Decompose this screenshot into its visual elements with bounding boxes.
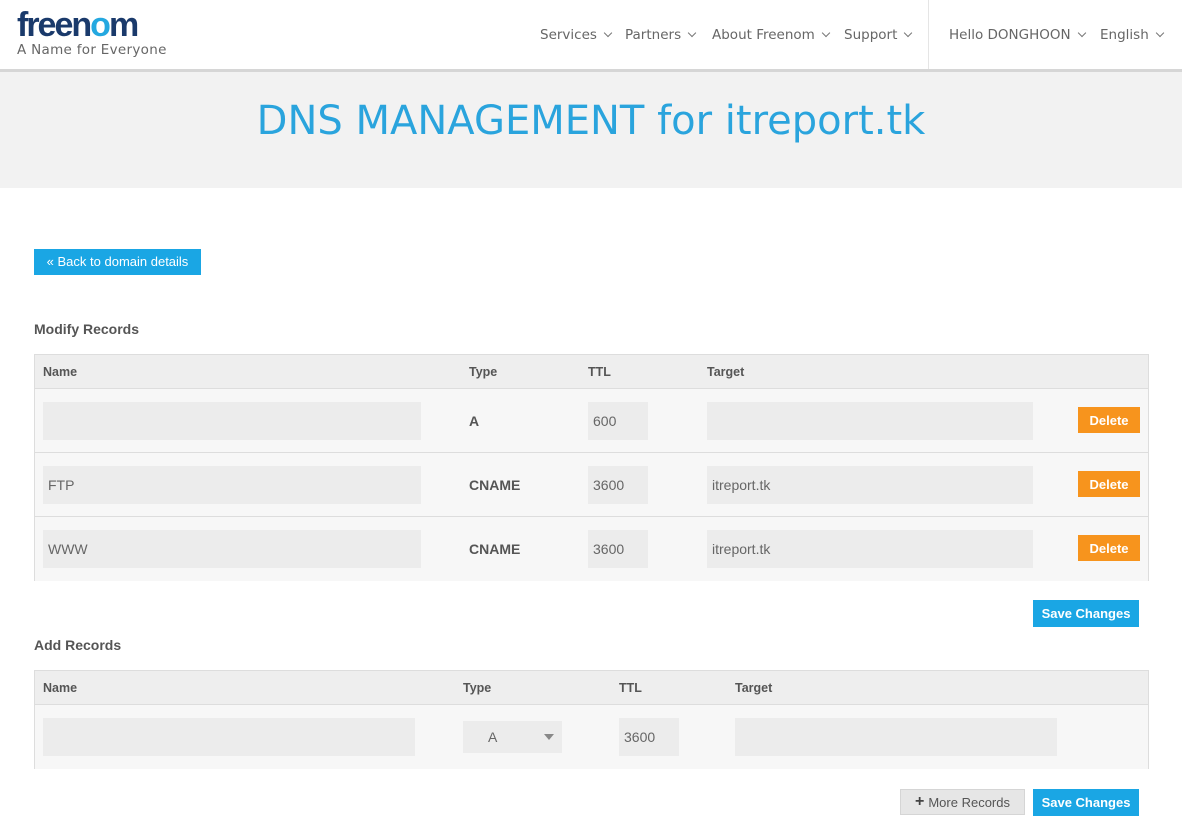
delete-record-button[interactable]: Delete	[1078, 407, 1140, 433]
chevron-down-icon	[821, 28, 831, 38]
page-banner: DNS MANAGEMENT for itreport.tk	[0, 72, 1182, 188]
modify-records-table: Name Type TTL Target A CNAME CNAME	[34, 354, 1149, 581]
header-type: Type	[469, 365, 498, 379]
site-header: freenom A Name for Everyone Services Par…	[0, 0, 1182, 69]
nav-divider	[928, 0, 929, 69]
delete-record-button[interactable]: Delete	[1078, 471, 1140, 497]
record-type: A	[469, 413, 480, 429]
nav-language[interactable]: English	[1100, 27, 1164, 43]
header-ttl: TTL	[619, 681, 642, 695]
record-type: CNAME	[469, 541, 521, 557]
header-ttl: TTL	[588, 365, 611, 379]
record-name-input[interactable]	[43, 530, 421, 568]
table-row: A	[35, 705, 1148, 769]
header-name: Name	[43, 681, 78, 695]
save-changes-add-button[interactable]: Save Changes	[1033, 789, 1139, 816]
nav-partners[interactable]: Partners	[625, 27, 697, 43]
add-records-title: Add Records	[34, 637, 122, 653]
table-header: Name Type TTL Target	[35, 355, 1148, 389]
logo-tagline: A Name for Everyone	[17, 42, 167, 58]
modify-records-title: Modify Records	[34, 321, 140, 337]
table-row: A	[35, 389, 1148, 453]
more-records-label: More Records	[928, 794, 1010, 810]
nav-about[interactable]: About Freenom	[712, 27, 831, 43]
new-record-ttl-input[interactable]	[619, 718, 679, 756]
record-target-input[interactable]	[707, 466, 1033, 504]
record-name-input[interactable]	[43, 402, 421, 440]
nav-support[interactable]: Support	[844, 27, 913, 43]
record-ttl-input[interactable]	[588, 530, 648, 568]
chevron-down-icon	[1155, 28, 1164, 38]
record-type: CNAME	[469, 477, 521, 493]
chevron-down-icon	[687, 28, 697, 38]
main-nav: Services	[540, 25, 613, 45]
record-name-input[interactable]	[43, 466, 421, 504]
caret-down-icon	[544, 734, 554, 740]
record-target-input[interactable]	[707, 530, 1033, 568]
record-ttl-input[interactable]	[588, 466, 648, 504]
record-ttl-input[interactable]	[588, 402, 648, 440]
record-target-input[interactable]	[707, 402, 1033, 440]
save-changes-modify-button[interactable]: Save Changes	[1033, 600, 1139, 627]
header-name: Name	[43, 365, 78, 379]
logo-wordmark: freenom	[17, 6, 139, 44]
delete-record-button[interactable]: Delete	[1078, 535, 1140, 561]
back-to-domain-button[interactable]: « Back to domain details	[34, 249, 201, 275]
table-row: CNAME	[35, 517, 1148, 581]
new-record-target-input[interactable]	[735, 718, 1057, 756]
chevron-down-icon	[904, 28, 913, 38]
add-records-table: Name Type TTL Target A	[34, 670, 1149, 769]
nav-user-menu[interactable]: Hello DONGHOON	[949, 27, 1086, 43]
header-target: Target	[707, 365, 745, 379]
new-record-name-input[interactable]	[43, 718, 415, 756]
nav-services[interactable]: Services	[540, 27, 613, 43]
chevron-down-icon	[1077, 28, 1086, 38]
header-type: Type	[463, 681, 492, 695]
header-target: Target	[735, 681, 773, 695]
select-value: A	[488, 729, 498, 745]
table-header: Name Type TTL Target	[35, 671, 1148, 705]
new-record-type-select[interactable]: A	[463, 721, 562, 753]
chevron-down-icon	[603, 28, 613, 38]
page-title: DNS MANAGEMENT for itreport.tk	[256, 98, 926, 144]
plus-icon: +	[915, 793, 925, 810]
freenom-logo[interactable]: freenom A Name for Everyone	[17, 8, 167, 58]
table-row: CNAME	[35, 453, 1148, 517]
more-records-button[interactable]: + More Records	[900, 789, 1025, 815]
